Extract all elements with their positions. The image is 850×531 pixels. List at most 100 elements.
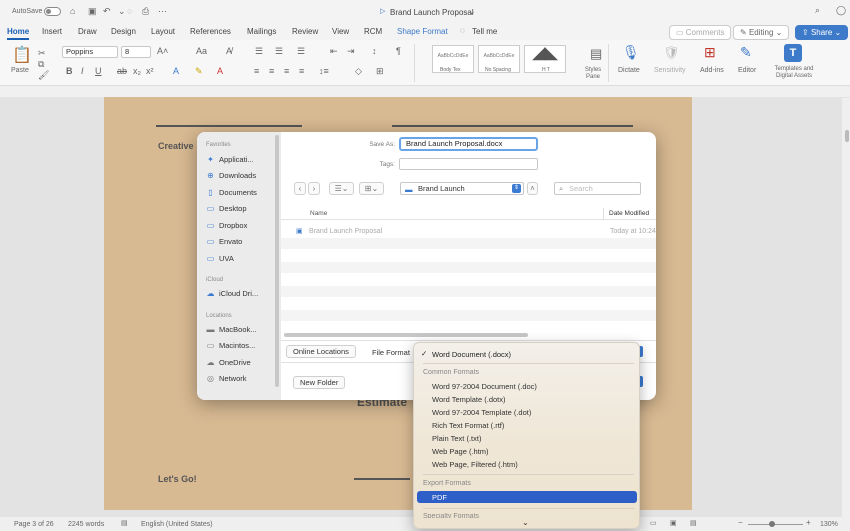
back-button[interactable]: ‹ xyxy=(294,182,306,195)
list-view-button[interactable]: ☰⌄ xyxy=(329,182,354,195)
online-locations-button[interactable]: Online Locations xyxy=(286,345,356,358)
comments-button[interactable]: ▭ Comments xyxy=(669,25,732,40)
language[interactable]: English (United States) xyxy=(141,521,213,528)
font-size-box[interactable]: 8 xyxy=(121,46,151,58)
sidebar-item-macbook[interactable]: ▬ MacBook... xyxy=(206,325,257,334)
tab-shape-format[interactable]: Shape Format xyxy=(397,27,448,36)
format-option-htm-filtered[interactable]: Web Page, Filtered (.htm) xyxy=(432,460,518,469)
sidebar-item-downloads[interactable]: ⊕ Downloads xyxy=(206,171,256,180)
focus-icon[interactable]: ▭ xyxy=(650,520,657,527)
borders-icon[interactable]: ⊞ xyxy=(376,67,384,76)
autosave-toggle[interactable] xyxy=(44,7,61,16)
format-painter-icon[interactable]: 🖌 xyxy=(38,71,49,80)
zoom-out-icon[interactable]: − xyxy=(738,519,743,527)
zoom-in-icon[interactable]: + xyxy=(806,519,811,527)
format-option-txt[interactable]: Plain Text (.txt) xyxy=(432,434,481,443)
more-icon[interactable]: ⋯ xyxy=(158,7,167,16)
web-layout-icon[interactable]: ▤ xyxy=(690,520,697,527)
addins-icon[interactable]: ⊞ xyxy=(704,45,716,59)
format-option-dot[interactable]: Word 97-2004 Template (.dot) xyxy=(432,408,531,417)
cut-icon[interactable]: ✂ xyxy=(38,49,46,58)
print-layout-icon[interactable]: ▣ xyxy=(670,520,677,527)
undo-icon[interactable]: ↶ xyxy=(103,7,111,16)
column-name[interactable]: Name xyxy=(310,210,327,217)
line-spacing-icon[interactable]: ↕≡ xyxy=(319,67,329,76)
tab-draw[interactable]: Draw xyxy=(78,27,97,36)
format-option-pdf[interactable]: PDF xyxy=(417,491,637,503)
tab-design[interactable]: Design xyxy=(111,27,136,36)
format-option-docx[interactable]: Word Document (.docx) xyxy=(432,350,511,359)
zoom-thumb[interactable] xyxy=(769,521,775,527)
scrollbar-thumb[interactable] xyxy=(845,130,849,142)
save-as-input[interactable]: Brand Launch Proposal.docx xyxy=(399,137,538,151)
decrease-indent-icon[interactable]: ⇤ xyxy=(330,47,338,56)
pilcrow-icon[interactable]: ¶ xyxy=(396,47,401,56)
font-name-box[interactable]: Poppins xyxy=(62,46,118,58)
highlight-icon[interactable]: ✎ xyxy=(195,67,203,76)
home-icon[interactable]: ⌂ xyxy=(70,7,75,16)
sort-icon[interactable]: ↕ xyxy=(372,47,377,56)
strikethrough-icon[interactable]: ab xyxy=(117,67,127,76)
tab-home[interactable]: Home xyxy=(7,27,30,40)
sidebar-item-network[interactable]: ◎ Network xyxy=(206,374,247,383)
sidebar-item-uva[interactable]: ▭ UVA xyxy=(206,254,234,263)
templates-icon[interactable]: T xyxy=(784,44,802,62)
scroll-down-icon[interactable]: ⌄ xyxy=(522,518,529,527)
word-count[interactable]: 2245 words xyxy=(68,521,104,528)
expand-button[interactable]: ˄ xyxy=(527,182,538,195)
sidebar-item-onedrive[interactable]: ☁ OneDrive xyxy=(206,358,251,367)
numbering-icon[interactable]: ☰ xyxy=(275,47,283,56)
search-field[interactable]: ⌕ Search xyxy=(554,182,641,195)
editing-button[interactable]: ✎ Editing ⌄ xyxy=(733,25,790,40)
align-left-icon[interactable]: ≡ xyxy=(254,67,259,76)
font-color-icon[interactable]: A xyxy=(217,67,223,76)
tab-mailings[interactable]: Mailings xyxy=(247,27,276,36)
microphone-icon[interactable]: 🎙 xyxy=(622,45,640,59)
horizontal-scrollbar[interactable] xyxy=(284,333,528,337)
tab-layout[interactable]: Layout xyxy=(151,27,175,36)
tab-insert[interactable]: Insert xyxy=(42,27,62,36)
clear-format-icon[interactable]: A̸ xyxy=(226,47,232,56)
title-chevron-icon[interactable]: ⌄ xyxy=(468,7,476,16)
multilevel-icon[interactable]: ☰ xyxy=(297,47,305,56)
sidebar-scrollbar[interactable] xyxy=(275,135,279,387)
subscript-icon[interactable]: x₂ xyxy=(133,67,141,76)
print-icon[interactable]: ⎙ xyxy=(142,7,149,16)
zoom-slider[interactable] xyxy=(748,524,803,525)
text-effects-icon[interactable]: A xyxy=(173,67,179,76)
sidebar-item-applications[interactable]: ✦ Applicati... xyxy=(206,155,253,164)
format-option-rtf[interactable]: Rich Text Format (.rtf) xyxy=(432,421,504,430)
align-right-icon[interactable]: ≡ xyxy=(284,67,289,76)
tab-view[interactable]: View xyxy=(332,27,349,36)
justify-icon[interactable]: ≡ xyxy=(299,67,304,76)
sidebar-item-dropbox[interactable]: ▭ Dropbox xyxy=(206,221,248,230)
forward-button[interactable]: › xyxy=(308,182,320,195)
zoom-level[interactable]: 130% xyxy=(820,521,838,528)
tab-references[interactable]: References xyxy=(190,27,231,36)
format-option-dotx[interactable]: Word Template (.dotx) xyxy=(432,395,506,404)
bold-icon[interactable]: B xyxy=(66,67,73,76)
grid-view-button[interactable]: ⊞⌄ xyxy=(359,182,384,195)
tab-rcm[interactable]: RCM xyxy=(364,27,382,36)
sidebar-item-macintosh[interactable]: ▭ Macintos... xyxy=(206,341,256,350)
document-title[interactable]: Brand Launch Proposal xyxy=(390,8,474,17)
sidebar-item-documents[interactable]: ▯ Documents xyxy=(206,188,257,197)
location-popup[interactable]: ▬ Brand Launch ⇕ xyxy=(400,182,524,195)
sidebar-item-icloud-drive[interactable]: ☁ iCloud Dri... xyxy=(206,289,259,298)
undo-dropdown-icon[interactable]: ⌄ xyxy=(118,7,126,16)
increase-indent-icon[interactable]: ⇥ xyxy=(347,47,355,56)
account-icon[interactable]: ◯ xyxy=(836,6,846,15)
page-count[interactable]: Page 3 of 26 xyxy=(14,521,54,528)
superscript-icon[interactable]: x² xyxy=(146,67,154,76)
sensitivity-icon[interactable]: 🛡 xyxy=(663,46,680,59)
copy-icon[interactable]: ⧉ xyxy=(38,60,44,69)
new-folder-button[interactable]: New Folder xyxy=(293,376,346,389)
search-icon[interactable]: ⌕ xyxy=(815,6,820,15)
tell-me-search[interactable]: Tell me xyxy=(472,27,497,36)
vertical-scrollbar[interactable] xyxy=(842,98,850,517)
sidebar-item-envato[interactable]: ▭ Envato xyxy=(206,237,243,246)
align-center-icon[interactable]: ≡ xyxy=(269,67,274,76)
underline-icon[interactable]: U xyxy=(95,67,102,76)
file-row[interactable]: ▣ Brand Launch Proposal Today at 10:24 xyxy=(281,226,656,237)
format-option-htm[interactable]: Web Page (.htm) xyxy=(432,447,489,456)
